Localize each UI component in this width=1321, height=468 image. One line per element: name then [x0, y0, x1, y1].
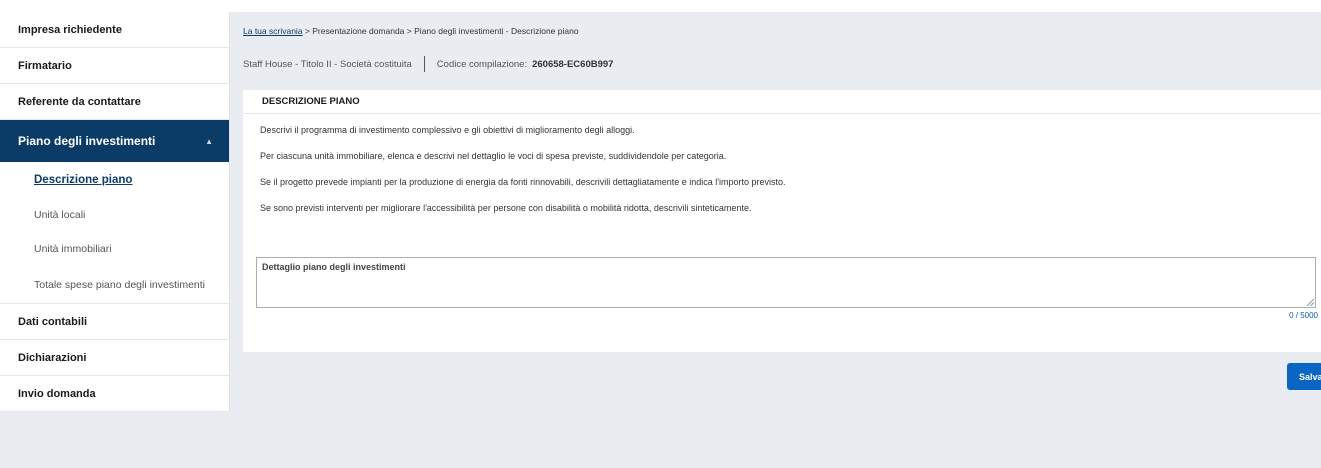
sidebar-item-impresa-richiedente[interactable]: Impresa richiedente	[0, 12, 229, 48]
chevron-up-icon: ▲	[205, 136, 213, 146]
sidebar-item-invio-domanda[interactable]: Invio domanda	[0, 376, 229, 412]
sidebar-item-piano-investimenti[interactable]: Piano degli investimenti ▲	[0, 120, 229, 162]
sidebar-item-dati-contabili[interactable]: Dati contabili	[0, 304, 229, 340]
breadcrumb: La tua scrivania > Presentazione domanda…	[243, 26, 579, 36]
sidebar-item-label: Referente da contattare	[18, 95, 141, 108]
sidebar-subitem-totale-spese[interactable]: Totale spese piano degli investimenti	[0, 266, 229, 304]
sidebar-item-label: Firmatario	[18, 59, 72, 72]
sidebar-item-label: Invio domanda	[18, 387, 96, 400]
investment-detail-textarea[interactable]	[257, 276, 1315, 307]
breadcrumb-current: Piano degli investimenti - Descrizione p…	[414, 26, 579, 36]
sidebar-subitem-descrizione-piano[interactable]: Descrizione piano	[0, 162, 229, 198]
breadcrumb-step: Presentazione domanda	[312, 26, 405, 36]
instructions-block: Descrivi il programma di investimento co…	[243, 114, 1321, 229]
sidebar-subitem-label: Totale spese piano degli investimenti	[34, 278, 206, 291]
sidebar-item-label: Dichiarazioni	[18, 351, 87, 364]
resize-handle-icon[interactable]	[1307, 299, 1314, 306]
investment-detail-field[interactable]: Dettaglio piano degli investimenti	[256, 257, 1316, 308]
sidebar-subitem-unita-locali[interactable]: Unità locali	[0, 198, 229, 232]
code-label: Codice compilazione:	[436, 58, 528, 70]
application-title: Staff House - Titolo II - Società costit…	[243, 58, 412, 70]
instruction-text: Se sono previsti interventi per migliora…	[260, 203, 752, 213]
instruction-text: Per ciascuna unità immobiliare, elenca e…	[260, 151, 727, 161]
sidebar-subitem-label: Unità locali	[34, 209, 86, 221]
instruction-text: Se il progetto prevede impianti per la p…	[260, 177, 786, 187]
sidebar-item-firmatario[interactable]: Firmatario	[0, 48, 229, 84]
sidebar-nav: Impresa richiedente Firmatario Referente…	[0, 12, 230, 412]
save-button[interactable]: Salva	[1287, 363, 1321, 390]
top-strip	[0, 0, 1321, 12]
breadcrumb-home-link[interactable]: La tua scrivania	[243, 26, 303, 36]
sidebar-item-referente[interactable]: Referente da contattare	[0, 84, 229, 120]
sidebar-item-label: Impresa richiedente	[18, 23, 122, 36]
sidebar-item-label: Dati contabili	[18, 315, 88, 328]
sidebar-subitem-unita-immobiliari[interactable]: Unità immobiliari	[0, 232, 229, 266]
instruction-text: Descrivi il programma di investimento co…	[260, 125, 635, 135]
character-counter: 0 / 5000	[1289, 311, 1318, 320]
code-value: 260658-EC60B997	[532, 58, 614, 70]
breadcrumb-separator: >	[304, 26, 310, 36]
investment-detail-label: Dettaglio piano degli investimenti	[262, 262, 406, 272]
breadcrumb-separator: >	[406, 26, 412, 36]
main-content: La tua scrivania > Presentazione domanda…	[230, 12, 1321, 468]
description-card: DESCRIZIONE PIANO Descrivi il programma …	[243, 90, 1321, 352]
vertical-divider	[423, 56, 425, 72]
card-title: DESCRIZIONE PIANO	[243, 90, 1321, 114]
sidebar-item-dichiarazioni[interactable]: Dichiarazioni	[0, 340, 229, 376]
sidebar-subitem-label: Descrizione piano	[34, 174, 133, 186]
sidebar-item-label: Piano degli investimenti	[18, 134, 156, 148]
application-subheader: Staff House - Titolo II - Società costit…	[243, 56, 613, 72]
sidebar-subitem-label: Unità immobiliari	[34, 243, 112, 255]
